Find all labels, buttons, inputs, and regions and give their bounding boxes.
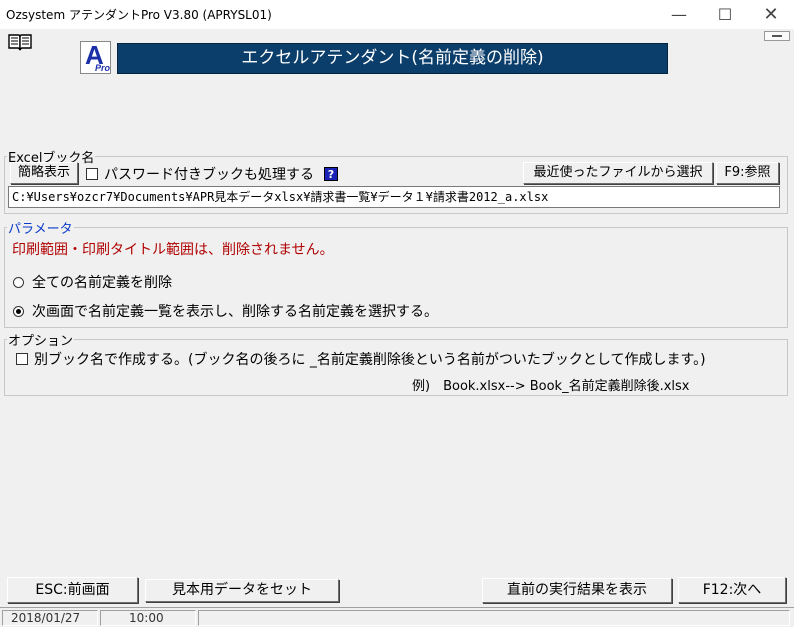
title-bar: Ozsystem アテンダントPro V3.80 (APRYSL01) — ☐ … [0, 0, 794, 29]
maximize-button[interactable]: ☐ [702, 0, 748, 29]
f12-next-button[interactable]: F12:次へ [678, 577, 786, 603]
password-checkbox-box[interactable] [86, 168, 98, 180]
password-checkbox-label: パスワード付きブックも処理する [104, 167, 314, 183]
book-icon[interactable] [8, 33, 32, 51]
window-title: Ozsystem アテンダントPro V3.80 (APRYSL01) [6, 8, 272, 22]
browse-button[interactable]: F9:参照 [716, 162, 779, 184]
separate-checkbox-box[interactable] [16, 353, 28, 365]
password-book-checkbox[interactable]: パスワード付きブックも処理する ? [86, 164, 338, 184]
collapse-handle[interactable] [764, 31, 790, 41]
parameter-legend: パラメータ [8, 222, 73, 237]
handle-lines-icon [772, 35, 782, 37]
recent-files-button[interactable]: 最近使ったファイルから選択 [523, 162, 713, 184]
page-title: エクセルアテンダント(名前定義の削除) [117, 43, 668, 74]
minimize-button[interactable]: — [656, 0, 702, 29]
radio-select-names-dot[interactable] [13, 305, 24, 317]
print-range-warning: 印刷範囲・印刷タイトル範囲は、削除されません。 [12, 242, 334, 258]
excel-path-input[interactable]: C:¥Users¥ozcr7¥Documents¥APR見本データxlsx¥請求… [8, 186, 780, 208]
radio-delete-all-dot[interactable] [13, 276, 24, 288]
radio-delete-all[interactable]: 全ての名前定義を削除 [13, 272, 172, 292]
radio-select-names-label: 次画面で名前定義一覧を表示し、削除する名前定義を選択する。 [32, 304, 438, 320]
separate-checkbox-label: 別ブック名で作成する。(ブック名の後ろに _名前定義削除後という名前がついたブッ… [34, 352, 706, 368]
radio-delete-all-label: 全ての名前定義を削除 [32, 275, 172, 291]
summary-view-button[interactable]: 簡略表示 [10, 162, 78, 184]
status-time: 10:00 [100, 610, 196, 626]
option-legend: オプション [8, 334, 74, 349]
status-date: 2018/01/27 [2, 610, 98, 626]
show-last-result-button[interactable]: 直前の実行結果を表示 [482, 578, 672, 603]
set-sample-data-button[interactable]: 見本用データをセット [145, 579, 339, 602]
logo-sub: Pro [95, 63, 111, 73]
esc-back-button[interactable]: ESC:前画面 [7, 577, 138, 603]
radio-select-names[interactable]: 次画面で名前定義一覧を表示し、削除する名前定義を選択する。 [13, 301, 438, 321]
help-icon[interactable]: ? [324, 167, 338, 181]
app-logo: A Pro [80, 41, 111, 74]
separate-book-checkbox[interactable]: 別ブック名で作成する。(ブック名の後ろに _名前定義削除後という名前がついたブッ… [16, 349, 706, 369]
example-text: 例) Book.xlsx--> Book_名前定義削除後.xlsx [412, 379, 690, 394]
close-button[interactable]: ✕ [748, 0, 794, 29]
status-bar: 2018/01/27 10:00 [0, 607, 794, 627]
status-message [198, 610, 790, 626]
